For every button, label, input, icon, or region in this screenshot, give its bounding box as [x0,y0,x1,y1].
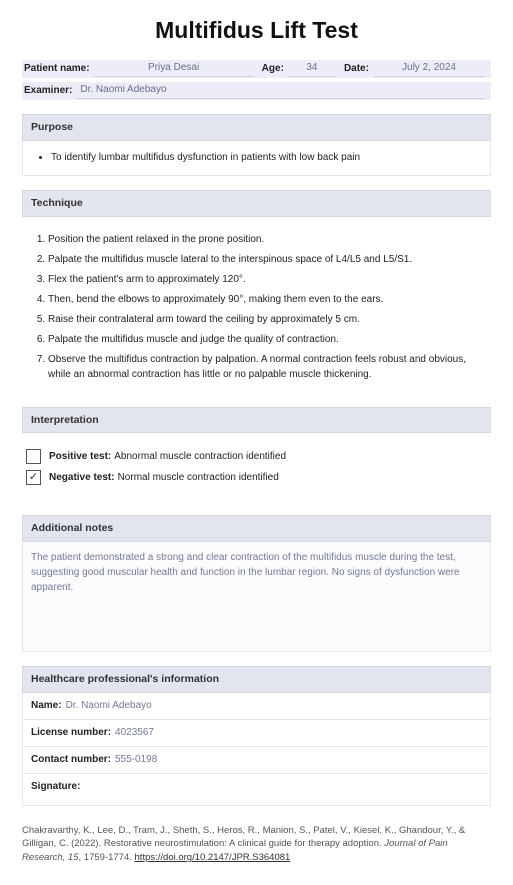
page-title: Multifidus Lift Test [22,14,491,46]
negative-checkbox[interactable] [26,470,41,485]
patient-name-value[interactable]: Priya Desai [94,61,254,77]
technique-body: Position the patient relaxed in the pron… [22,217,491,393]
header-row-2: Examiner: Dr. Naomi Adebayo [22,82,491,100]
notes-textarea[interactable]: The patient demonstrated a strong and cl… [22,542,491,652]
hp-license-value[interactable]: 4023567 [115,726,154,740]
technique-step: Observe the multifidus contraction by pa… [48,352,487,382]
hp-signature-label: Signature: [31,780,80,799]
hp-contact-label: Contact number: [31,753,111,767]
technique-step: Raise their contralateral arm toward the… [48,312,487,327]
positive-label: Positive test: [49,450,111,464]
date-label: Date: [342,62,373,76]
notes-heading: Additional notes [22,515,491,542]
hp-license-row: License number: 4023567 [23,719,490,746]
examiner-label: Examiner: [22,84,76,98]
technique-step: Position the patient relaxed in the pron… [48,232,487,247]
citation-link[interactable]: https://doi.org/10.2147/JPR.S364081 [135,852,291,863]
interpretation-heading: Interpretation [22,407,491,434]
purpose-item: To identify lumbar multifidus dysfunctio… [51,151,480,165]
negative-label: Negative test: [49,471,115,485]
technique-heading: Technique [22,190,491,217]
hp-name-value[interactable]: Dr. Naomi Adebayo [66,699,152,713]
positive-test-row: Positive test: Abnormal muscle contracti… [26,449,487,464]
hp-license-label: License number: [31,726,111,740]
hp-signature-row: Signature: [23,773,490,805]
citation-pages: , 1759-1774. [79,852,135,863]
positive-desc: Abnormal muscle contraction identified [114,450,286,464]
hp-heading: Healthcare professional's information [22,666,491,693]
age-value[interactable]: 34 [288,61,336,77]
negative-test-row: Negative test: Normal muscle contraction… [26,470,487,485]
interpretation-body: Positive test: Abnormal muscle contracti… [22,433,491,501]
positive-checkbox[interactable] [26,449,41,464]
technique-step: Flex the patient's arm to approximately … [48,272,487,287]
age-label: Age: [260,62,288,76]
hp-table: Name: Dr. Naomi Adebayo License number: … [22,693,491,806]
purpose-heading: Purpose [22,114,491,141]
header-row-1: Patient name: Priya Desai Age: 34 Date: … [22,60,491,78]
citation: Chakravarthy, K., Lee, D., Tram, J., She… [22,824,491,865]
examiner-value[interactable]: Dr. Naomi Adebayo [76,83,485,99]
date-value[interactable]: July 2, 2024 [373,61,485,77]
hp-name-label: Name: [31,699,62,713]
technique-step: Then, bend the elbows to approximately 9… [48,292,487,307]
hp-contact-row: Contact number: 555-0198 [23,746,490,773]
patient-name-label: Patient name: [22,62,94,76]
technique-step: Palpate the multifidus muscle lateral to… [48,252,487,267]
purpose-body: To identify lumbar multifidus dysfunctio… [22,141,491,176]
technique-step: Palpate the multifidus muscle and judge … [48,332,487,347]
hp-contact-value[interactable]: 555-0198 [115,753,157,767]
hp-name-row: Name: Dr. Naomi Adebayo [23,693,490,719]
negative-desc: Normal muscle contraction identified [118,471,279,485]
